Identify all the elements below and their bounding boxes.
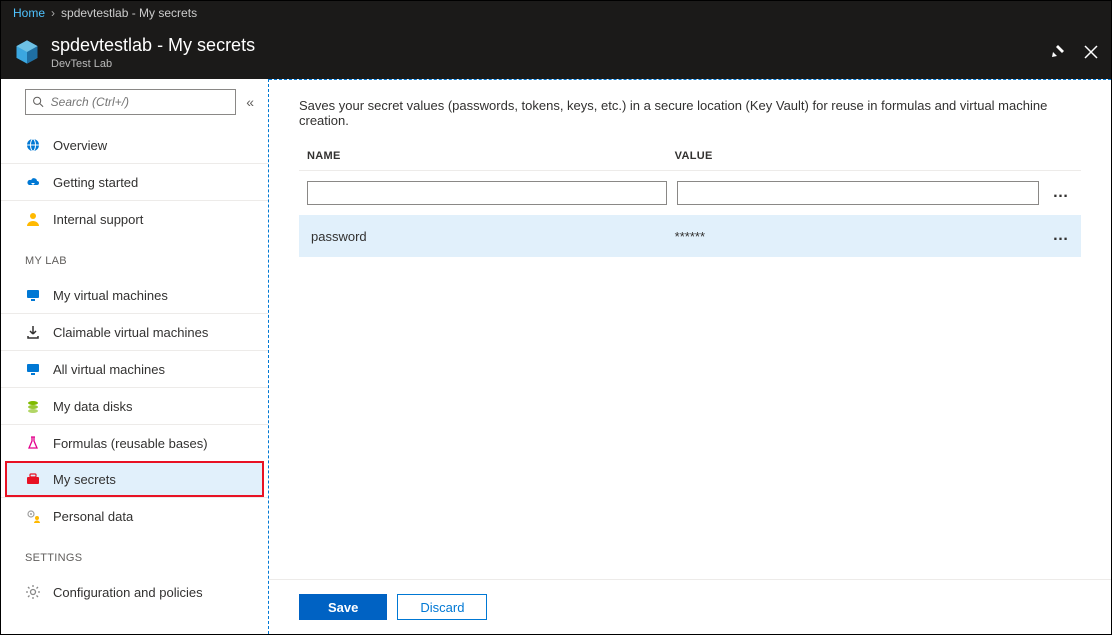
- section-header-settings: SETTINGS: [1, 538, 268, 570]
- sidebar-item-my-virtual-machines[interactable]: My virtual machines: [1, 277, 268, 313]
- sidebar-item-label: My secrets: [53, 472, 116, 487]
- row-actions-icon[interactable]: …: [1049, 227, 1073, 245]
- column-header-value[interactable]: VALUE: [675, 150, 1039, 162]
- new-secret-name-input[interactable]: [307, 181, 667, 205]
- sidebar-item-getting-started[interactable]: Getting started: [1, 163, 268, 200]
- sidebar-item-my-data-disks[interactable]: My data disks: [1, 387, 268, 424]
- gear-person-icon: [25, 508, 41, 524]
- pin-icon[interactable]: [1049, 44, 1065, 60]
- sidebar-item-label: My virtual machines: [53, 288, 168, 303]
- sidebar-item-label: Claimable virtual machines: [53, 325, 208, 340]
- monitor-icon: [25, 361, 41, 377]
- save-button[interactable]: Save: [299, 594, 387, 620]
- sidebar-item-overview[interactable]: Overview: [1, 127, 268, 163]
- footer: Save Discard: [269, 579, 1111, 634]
- sidebar-item-label: Formulas (reusable bases): [53, 436, 208, 451]
- globe-icon: [25, 137, 41, 153]
- sidebar-item-personal-data[interactable]: Personal data: [1, 497, 268, 534]
- collapse-sidebar-icon[interactable]: «: [246, 94, 254, 110]
- download-icon: [25, 324, 41, 340]
- sidebar-search-input[interactable]: [51, 95, 230, 109]
- sidebar-search[interactable]: [25, 89, 236, 115]
- sidebar-item-label: Overview: [53, 138, 107, 153]
- monitor-icon: [25, 287, 41, 303]
- sidebar-item-label: Configuration and policies: [53, 585, 203, 600]
- gear-icon: [25, 584, 41, 600]
- breadcrumb-separator: ›: [51, 6, 55, 20]
- disks-icon: [25, 398, 41, 414]
- secret-name: password: [307, 229, 675, 244]
- new-secret-actions-icon[interactable]: …: [1049, 184, 1073, 202]
- description-text: Saves your secret values (passwords, tok…: [299, 98, 1081, 128]
- secret-value: ******: [675, 229, 1049, 244]
- sidebar-item-formulas-reusable-bases-[interactable]: Formulas (reusable bases): [1, 424, 268, 461]
- discard-button[interactable]: Discard: [397, 594, 487, 620]
- sidebar-item-label: Getting started: [53, 175, 138, 190]
- blade-subtitle: DevTest Lab: [51, 58, 1031, 70]
- sidebar-item-my-secrets[interactable]: My secrets: [5, 461, 264, 497]
- new-secret-row: …: [299, 171, 1081, 215]
- section-header-mylab: MY LAB: [1, 241, 268, 273]
- main-panel: Saves your secret values (passwords, tok…: [269, 79, 1111, 634]
- sidebar-item-label: Internal support: [53, 212, 143, 227]
- sidebar: « Overview Getting started Internal suppor…: [1, 79, 269, 634]
- blade-header: spdevtestlab - My secrets DevTest Lab: [1, 25, 1111, 79]
- breadcrumb-current: spdevtestlab - My secrets: [61, 6, 197, 20]
- sidebar-item-label: Personal data: [53, 509, 133, 524]
- column-header-name[interactable]: NAME: [307, 150, 675, 162]
- secrets-table: NAME VALUE … password******…: [299, 150, 1081, 257]
- search-icon: [32, 95, 45, 109]
- breadcrumb-bar: Home › spdevtestlab - My secrets: [1, 1, 1111, 25]
- new-secret-value-input[interactable]: [677, 181, 1039, 205]
- table-header-row: NAME VALUE: [299, 150, 1081, 171]
- devtestlab-icon: [13, 38, 41, 66]
- sidebar-item-label: All virtual machines: [53, 362, 165, 377]
- sidebar-item-claimable-virtual-machines[interactable]: Claimable virtual machines: [1, 313, 268, 350]
- flask-icon: [25, 435, 41, 451]
- person-icon: [25, 211, 41, 227]
- close-icon[interactable]: [1083, 44, 1099, 60]
- blade-title: spdevtestlab - My secrets: [51, 35, 1031, 56]
- sidebar-item-label: My data disks: [53, 399, 132, 414]
- sidebar-item-internal-support[interactable]: Internal support: [1, 200, 268, 237]
- cloud-arrow-icon: [25, 174, 41, 190]
- sidebar-item-configuration-and-policies[interactable]: Configuration and policies: [1, 574, 268, 610]
- table-row[interactable]: password******…: [299, 215, 1081, 257]
- toolbox-icon: [25, 471, 41, 487]
- sidebar-item-all-virtual-machines[interactable]: All virtual machines: [1, 350, 268, 387]
- breadcrumb-home[interactable]: Home: [13, 6, 45, 20]
